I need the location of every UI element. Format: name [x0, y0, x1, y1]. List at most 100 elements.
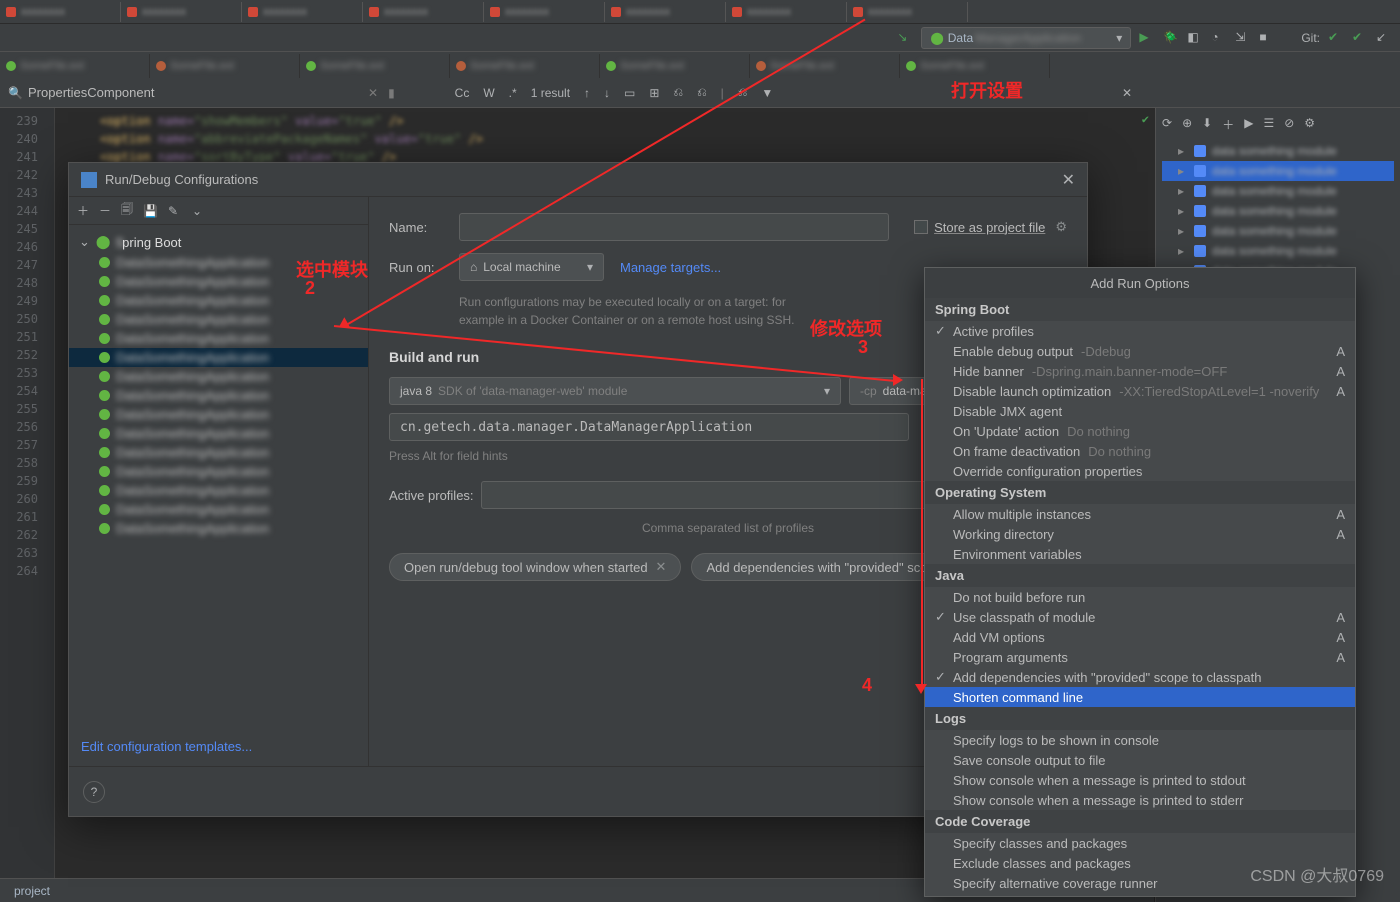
os-tab[interactable]: xxxxxxxx — [490, 2, 605, 22]
git-check-icon[interactable]: ✔ — [1328, 30, 1344, 46]
filter-toggle-icon[interactable]: ▮ — [388, 86, 395, 100]
os-tab[interactable]: xxxxxxxx — [853, 2, 968, 22]
config-tree-item[interactable]: DataSomethingApplication — [69, 386, 368, 405]
menu-item[interactable]: Hide banner-Dspring.main.banner-mode=OFF… — [925, 361, 1355, 381]
file-tab[interactable]: SomeFile.ext — [450, 54, 600, 78]
stop-icon[interactable]: ■ — [1259, 30, 1275, 46]
os-tab[interactable]: xxxxxxxx — [611, 2, 726, 22]
checkbox-icon[interactable] — [914, 220, 928, 234]
config-tree-item[interactable]: DataSomethingApplication — [69, 481, 368, 500]
project-tool-label[interactable]: project — [14, 884, 50, 898]
runon-combo[interactable]: ⌂ Local machine ▾ — [459, 253, 604, 281]
tool2-icon[interactable]: ⎌ — [697, 85, 707, 100]
file-tab[interactable]: SomeFile.ext — [300, 54, 450, 78]
menu-item[interactable]: Environment variables — [925, 544, 1355, 564]
edit-icon[interactable]: ✎ — [168, 204, 178, 218]
words[interactable]: W — [483, 86, 494, 100]
os-tab[interactable]: xxxxxxxx — [6, 2, 121, 22]
menu-item[interactable]: Do not build before run — [925, 587, 1355, 607]
config-tree-item[interactable]: DataSomethingApplication — [69, 367, 368, 386]
debug-icon[interactable]: 🪲 — [1163, 30, 1179, 46]
file-tab[interactable]: SomeFile.ext — [900, 54, 1050, 78]
search-input[interactable] — [28, 85, 328, 100]
hammer-icon[interactable]: ↘ — [897, 30, 913, 46]
file-tab[interactable]: SomeFile.ext — [150, 54, 300, 78]
tree-group-springboot[interactable]: ⌄⬤ Spring Boot — [69, 231, 368, 253]
run-icon[interactable]: ▶ — [1139, 30, 1155, 46]
os-tab[interactable]: xxxxxxxx — [732, 2, 847, 22]
menu-item[interactable]: Disable launch optimization-XX:TieredSto… — [925, 381, 1355, 401]
tool1-icon[interactable]: ⎌ — [673, 85, 683, 100]
menu-item[interactable]: Shorten command line — [925, 687, 1355, 707]
menu-item[interactable]: Enable debug output-DdebugA — [925, 341, 1355, 361]
gear-icon[interactable]: ⚙ — [1055, 219, 1067, 235]
clear-icon[interactable]: ✕ — [368, 86, 378, 100]
close-search-icon[interactable]: ✕ — [1122, 86, 1132, 100]
toggle-icon[interactable]: ☰ — [1263, 116, 1274, 133]
menu-item[interactable]: Show console when a message is printed t… — [925, 790, 1355, 810]
next-icon[interactable]: ↓ — [604, 86, 610, 100]
main-class-field[interactable]: cn.getech.data.manager.DataManagerApplic… — [389, 413, 909, 441]
menu-item[interactable]: Add VM optionsA — [925, 627, 1355, 647]
file-tab[interactable]: SomeFile.ext — [0, 54, 150, 78]
maven-item[interactable]: ▸data something module — [1162, 221, 1394, 241]
chip-open-tool-window[interactable]: Open run/debug tool window when started✕ — [389, 553, 681, 581]
config-tree-item[interactable]: DataSomethingApplication — [69, 310, 368, 329]
menu-item[interactable]: Program argumentsA — [925, 647, 1355, 667]
os-tab[interactable]: xxxxxxxx — [369, 2, 484, 22]
maven-item[interactable]: ▸data something module — [1162, 141, 1394, 161]
close-icon[interactable]: ✕ — [1062, 170, 1075, 190]
config-tree-item[interactable]: DataSomethingApplication — [69, 500, 368, 519]
coverage-icon[interactable]: ◧ — [1187, 30, 1203, 46]
close-icon[interactable]: ✕ — [656, 559, 667, 575]
tool3-icon[interactable]: ⎌ — [738, 85, 748, 100]
name-field[interactable] — [459, 213, 889, 241]
git-push-icon[interactable]: ↙ — [1376, 30, 1392, 46]
config-tree-item[interactable]: DataSomethingApplication — [69, 253, 368, 272]
skip-icon[interactable]: ⊘ — [1284, 116, 1294, 133]
settings-icon[interactable]: ⚙ — [1304, 116, 1315, 133]
menu-item[interactable]: ✓Active profiles — [925, 321, 1355, 341]
generate-icon[interactable]: ⊕ — [1182, 116, 1192, 133]
menu-item[interactable]: Save console output to file — [925, 750, 1355, 770]
menu-item[interactable]: ✓Add dependencies with "provided" scope … — [925, 667, 1355, 687]
config-tree-item[interactable]: DataSomethingApplication — [69, 519, 368, 538]
run-config-combo[interactable]: ⬤ Data ManagerApplication ▾ — [921, 27, 1131, 49]
manage-targets-link[interactable]: Manage targets... — [620, 260, 721, 275]
menu-item[interactable]: Working directoryA — [925, 524, 1355, 544]
git-commit-icon[interactable]: ✔ — [1352, 30, 1368, 46]
config-tree[interactable]: ⌄⬤ Spring Boot DataSomethingApplicationD… — [69, 225, 368, 727]
menu-item[interactable]: On frame deactivationDo nothing — [925, 441, 1355, 461]
edit-templates-link[interactable]: Edit configuration templates... — [69, 727, 368, 766]
menu-item[interactable]: Specify classes and packages — [925, 833, 1355, 853]
menu-item[interactable]: Specify logs to be shown in console — [925, 730, 1355, 750]
config-tree-item[interactable]: DataSomethingApplication — [69, 272, 368, 291]
reimport-icon[interactable]: ⟳ — [1162, 116, 1172, 133]
maven-item[interactable]: ▸data something module — [1162, 241, 1394, 261]
config-tree-item[interactable]: DataSomethingApplication — [69, 424, 368, 443]
expand-icon[interactable]: ⌄ — [192, 204, 202, 218]
config-tree-item[interactable]: DataSomethingApplication — [69, 443, 368, 462]
maven-item[interactable]: ▸data something module — [1162, 161, 1394, 181]
chip-provided-scope[interactable]: Add dependencies with "provided" scop — [691, 553, 949, 581]
remove-icon[interactable]: － — [99, 202, 111, 219]
copy-icon[interactable]: 🗐 — [121, 200, 133, 221]
store-as-file[interactable]: Store as project file ⚙ — [914, 219, 1067, 235]
maven-item[interactable]: ▸data something module — [1162, 201, 1394, 221]
run-maven-icon[interactable]: ▶ — [1244, 116, 1253, 133]
menu-item[interactable]: Disable JMX agent — [925, 401, 1355, 421]
attach-icon[interactable]: ⇲ — [1235, 30, 1251, 46]
regex[interactable]: .* — [509, 86, 517, 100]
os-tab[interactable]: xxxxxxxx — [248, 2, 363, 22]
os-tab[interactable]: xxxxxxxx — [127, 2, 242, 22]
add-icon[interactable]: ＋ — [77, 202, 89, 219]
config-tree-item[interactable]: DataSomethingApplication — [69, 291, 368, 310]
menu-item[interactable]: Override configuration properties — [925, 461, 1355, 481]
config-tree-item[interactable]: DataSomethingApplication — [69, 405, 368, 424]
file-tab[interactable]: SomeFile.ext — [750, 54, 900, 78]
menu-item[interactable]: Allow multiple instancesA — [925, 504, 1355, 524]
profile-icon[interactable]: ◔ — [1211, 30, 1227, 46]
maven-item[interactable]: ▸data something module — [1162, 181, 1394, 201]
add-selection-icon[interactable]: ⊞ — [649, 86, 659, 100]
select-all-icon[interactable]: ▭ — [624, 86, 635, 100]
